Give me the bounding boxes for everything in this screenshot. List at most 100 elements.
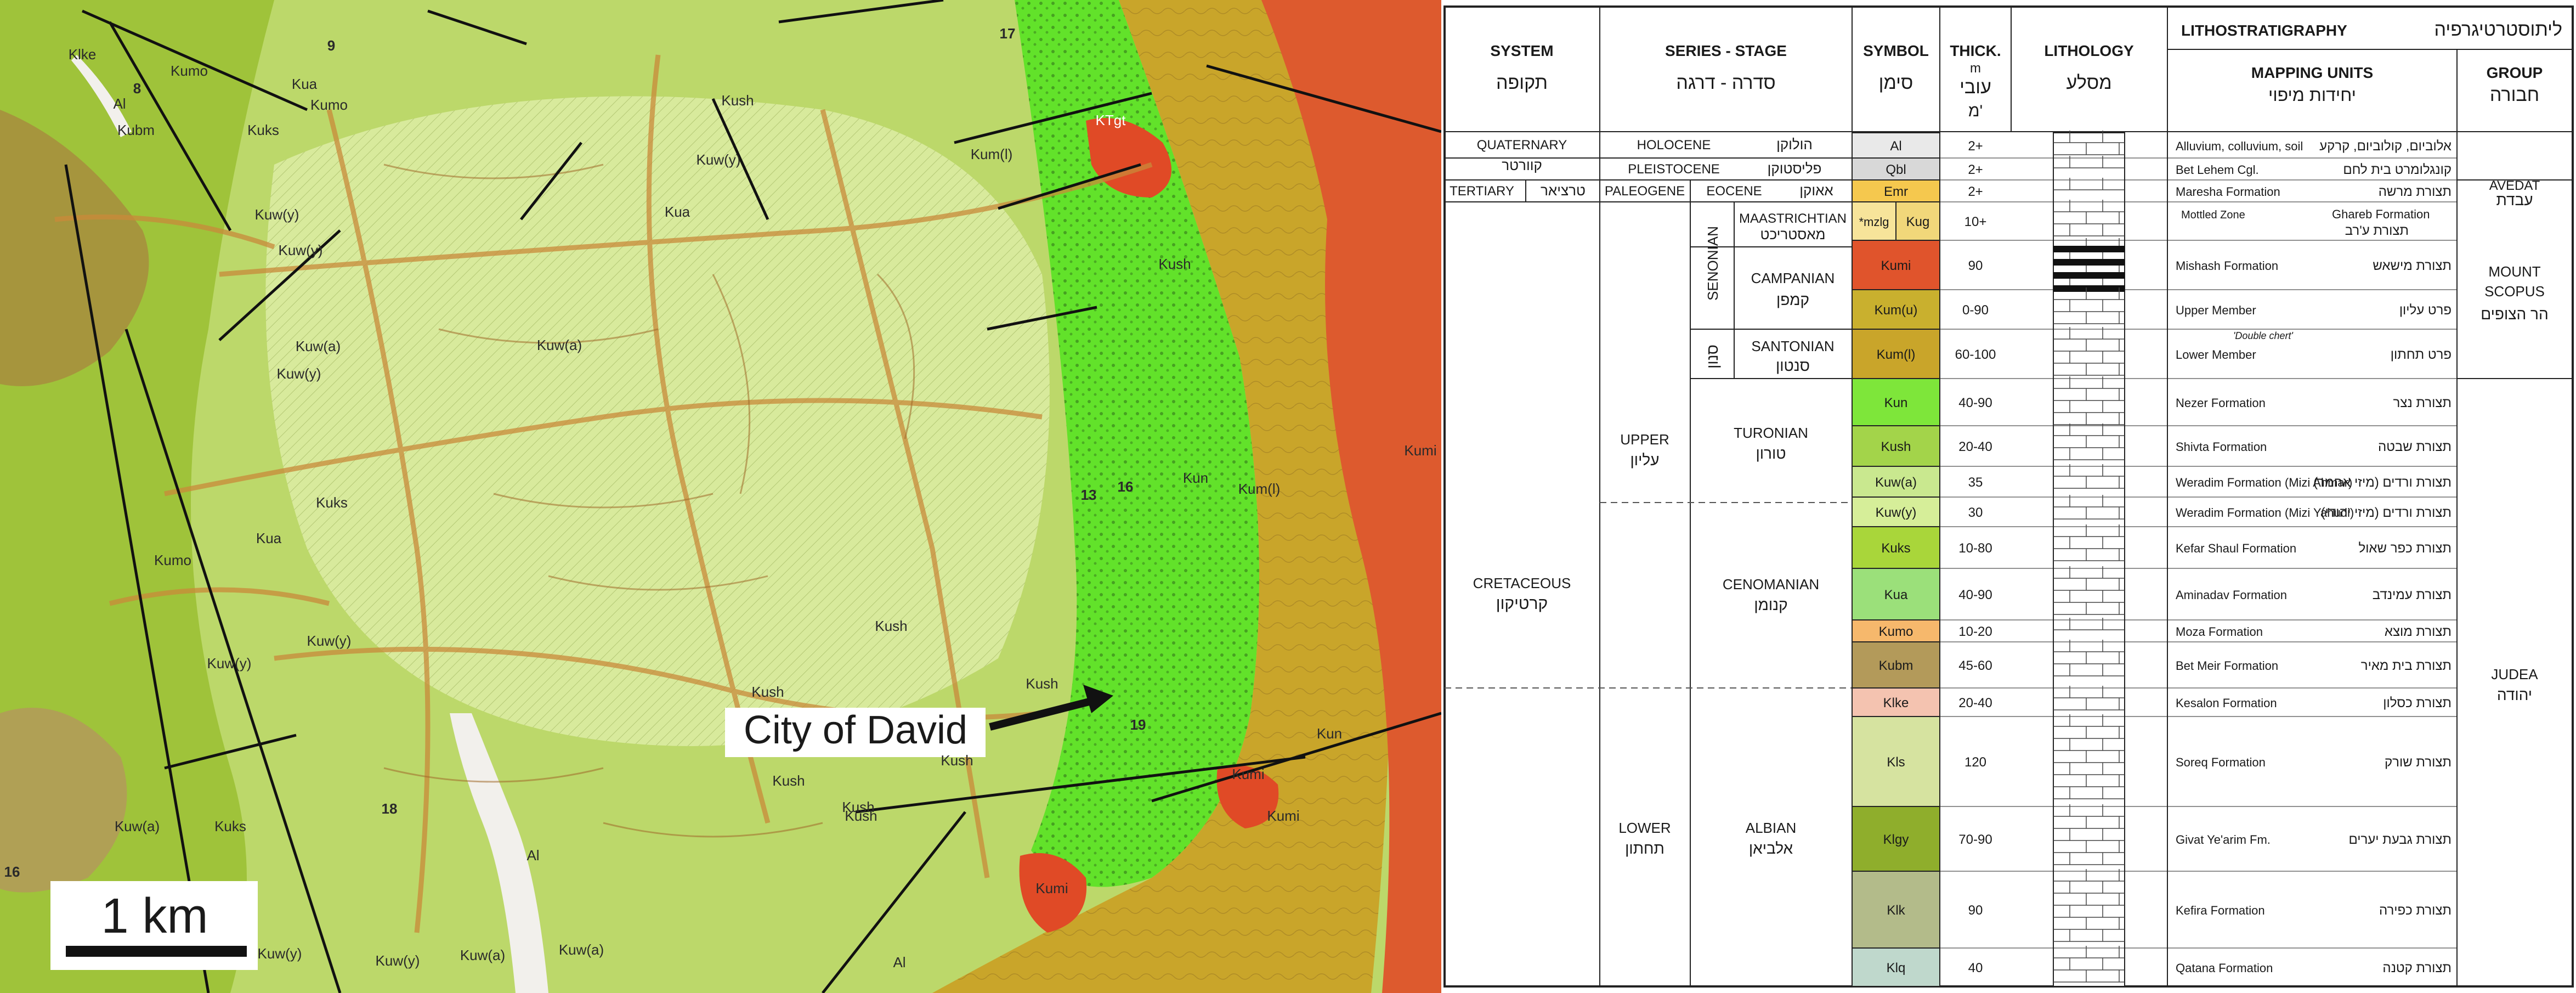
header-lithostrat-he: ליתוסטרטיגרפיה xyxy=(2435,19,2562,40)
thickness-value: 60-100 xyxy=(1955,347,1996,362)
mapping-unit-he: תצורת קטנה xyxy=(2382,961,2452,975)
thickness-value: 10-20 xyxy=(1958,624,1992,639)
map-unit-label: Kuw(y) xyxy=(697,151,741,168)
mapping-unit-he: תצורת גבעת יערים xyxy=(2348,832,2452,847)
map-unit-label: Kuw(y) xyxy=(279,242,323,258)
mapping-unit-he: פרט תחתון xyxy=(2391,347,2452,362)
map-unit-label: Kuw(y) xyxy=(376,952,420,969)
scale-bar-label: 1 km xyxy=(101,889,208,944)
mapping-unit-en: Alluvium, colluvium, soil xyxy=(2176,139,2303,153)
map-unit-label: Kush xyxy=(751,684,784,700)
locality-number: 13 xyxy=(1081,487,1097,503)
thickness-value: 20-40 xyxy=(1958,439,1992,454)
series-eocene-he: אאוקן xyxy=(1799,182,1833,199)
stratigraphic-legend: SYSTEM תקופה SERIES - STAGE סדרה - דרגה … xyxy=(1443,5,2576,990)
symbol-label: Al xyxy=(1890,139,1901,154)
thickness-value: 35 xyxy=(1968,475,1983,490)
stage-campanian-he: קמפן xyxy=(1776,291,1809,308)
symbol-label: Kumo xyxy=(1879,624,1913,639)
mapping-unit-en: Lower Member xyxy=(2176,348,2256,362)
map-unit-label: Kumo xyxy=(154,552,191,568)
map-unit-label: Kush xyxy=(875,618,907,634)
thickness-value: 45-60 xyxy=(1958,658,1992,673)
stage-cenomanian-he: קנומן xyxy=(1754,596,1787,613)
header-symbol-he: סימן xyxy=(1879,72,1913,93)
stage-maastrichtian: MAASTRICHTIAN xyxy=(1739,211,1847,226)
mapping-unit-en: Shivta Formation xyxy=(2176,440,2267,454)
mapping-unit-en: Maresha Formation xyxy=(2176,185,2280,199)
map-unit-label: Al xyxy=(893,954,905,971)
map-unit-label: Kush xyxy=(941,752,973,769)
map-unit-label: Kumi xyxy=(1404,442,1436,459)
thickness-value: 70-90 xyxy=(1958,832,1992,847)
thickness-value: 120 xyxy=(1964,755,1986,770)
map-unit-label: Kua xyxy=(665,204,690,220)
symbol-label: Kum(l) xyxy=(1877,347,1916,362)
mapping-unit-en: Kesalon Formation xyxy=(2176,696,2277,710)
map-unit-label: KTgt xyxy=(1096,112,1126,128)
mapping-note: 'Double chert' xyxy=(2233,330,2293,341)
stage-santonian-he: סנטון xyxy=(1776,357,1810,374)
map-unit-label: Al xyxy=(113,95,126,112)
system-cretaceous: CRETACEOUS xyxy=(1473,575,1571,591)
mapping-unit-he: קונגלומרט בית לחם xyxy=(2343,162,2452,177)
mapping-unit-en: Nezer Formation xyxy=(2176,396,2266,410)
thickness-value: 10+ xyxy=(1964,215,1987,229)
symbol-label: Emr xyxy=(1884,184,1908,199)
callout-label: City of David xyxy=(744,708,967,752)
mapping-unit-he: תצורת שבטה xyxy=(2378,439,2452,454)
stage-turonian: TURONIAN xyxy=(1734,425,1808,441)
group-mount-scopus-he: הר הצופים xyxy=(2481,306,2549,323)
stage-cenomanian: CENOMANIAN xyxy=(1723,576,1819,593)
symbol-label: Kum(u) xyxy=(1875,303,1918,318)
locality-number: 18 xyxy=(382,800,398,817)
symbol-label: Klke xyxy=(1883,696,1909,710)
header-system: SYSTEM xyxy=(1490,42,1553,59)
mapping-unit-he: תצורת עמינדב xyxy=(2373,588,2452,602)
series-paleogene: PALEOGENE xyxy=(1605,184,1685,199)
mapping-unit-he: תצורת ע'רב xyxy=(2345,223,2409,238)
symbol-label: Kun xyxy=(1884,396,1908,410)
mapping-unit-he: תצורת ורדים (מיזי יהודי) xyxy=(2321,505,2452,520)
map-unit-label: Kun xyxy=(1317,725,1342,742)
map-unit-label: Kum(l) xyxy=(971,146,1013,162)
thickness-value: 40-90 xyxy=(1958,588,1992,602)
thickness-value: 2+ xyxy=(1968,139,1983,154)
group-avedat: AVEDAT xyxy=(2489,178,2540,193)
system-tertiary-he: טרציאר xyxy=(1541,182,1586,199)
mapping-unit-he: תצורת מישאש xyxy=(2373,258,2452,273)
map-unit-label: Klke xyxy=(69,46,97,63)
locality-number: 8 xyxy=(133,80,141,97)
map-unit-label: Kuks xyxy=(247,122,279,138)
symbol-prefix: *mzlg xyxy=(1859,215,1889,229)
mapping-unit-he: תצורת מוצא xyxy=(2385,624,2452,639)
map-unit-label: Kuw(y) xyxy=(258,945,302,962)
thickness-value: 40-90 xyxy=(1958,396,1992,410)
map-unit-label: Kush xyxy=(845,808,877,824)
mapping-unit-en: Qatana Formation xyxy=(2176,961,2273,975)
map-unit-label: Kua xyxy=(292,76,318,92)
symbol-label: Kuw(y) xyxy=(1876,505,1917,520)
group-mount-scopus-2: SCOPUS xyxy=(2484,283,2545,300)
mapping-unit-en: Bet Meir Formation xyxy=(2176,659,2278,673)
mapping-unit-he: תצורת כפר שאול xyxy=(2358,541,2452,556)
thickness-value: 20-40 xyxy=(1958,696,1992,710)
group-judea-he: יהודה xyxy=(2497,686,2532,703)
stage-campanian: CAMPANIAN xyxy=(1751,270,1835,286)
header-group: GROUP xyxy=(2487,64,2543,81)
locality-number: 16 xyxy=(1118,478,1134,495)
map-unit-label: Kush xyxy=(721,92,754,109)
map-unit-label: Kumi xyxy=(1267,808,1299,824)
stage-santonian: SANTONIAN xyxy=(1751,338,1834,354)
map-unit-label: Kun xyxy=(1183,470,1208,486)
series-lower: LOWER xyxy=(1618,820,1671,836)
map-unit-label: Kuw(y) xyxy=(207,655,252,672)
symbol-label: Kuw(a) xyxy=(1875,475,1917,490)
thickness-value: 2+ xyxy=(1968,162,1983,177)
header-thick: THICK. xyxy=(1950,42,2001,59)
symbol-label: Kug xyxy=(1906,215,1930,229)
header-thick-unit: m xyxy=(1970,61,1981,76)
header-series-he: סדרה - דרגה xyxy=(1676,72,1775,93)
system-quaternary: QUATERNARY xyxy=(1477,138,1567,153)
map-unit-label: Kuw(a) xyxy=(537,337,582,353)
